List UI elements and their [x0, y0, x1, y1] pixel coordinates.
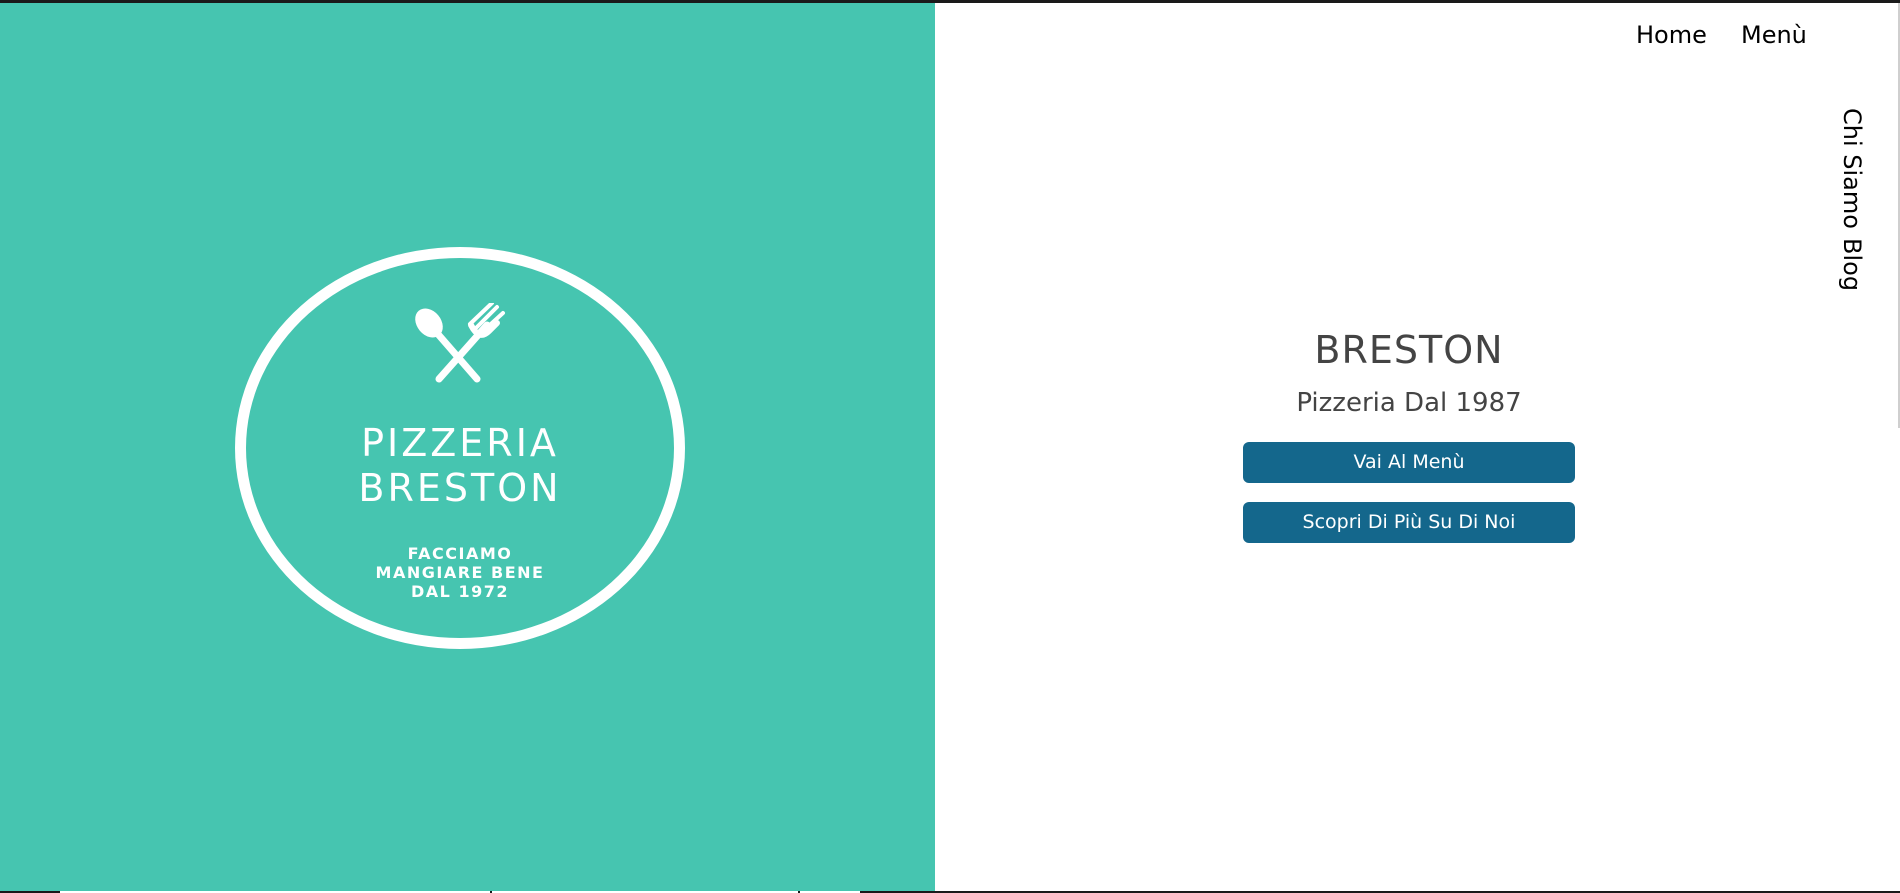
crossed-spoon-fork-icon: [415, 303, 505, 383]
tagline-line-2: MANGIARE BENE: [375, 563, 545, 582]
hero-title: BRESTON: [1314, 328, 1504, 372]
about-us-button[interactable]: Scopri Di Più Su Di Noi: [1243, 502, 1575, 543]
hero-subtitle: Pizzeria Dal 1987: [1296, 388, 1522, 418]
nav-menu-link[interactable]: Menù: [1741, 21, 1807, 49]
tagline-line-3: DAL 1972: [411, 582, 509, 601]
logo-panel: PIZZERIA BRESTON FACCIAMO MANGIARE BENE …: [0, 3, 935, 891]
logo-tagline: FACCIAMO MANGIARE BENE DAL 1972: [235, 544, 685, 601]
tagline-line-1: FACCIAMO: [407, 544, 513, 563]
go-to-menu-button[interactable]: Vai Al Menù: [1243, 442, 1575, 483]
nav-about-link[interactable]: Chi Siamo: [1838, 108, 1866, 229]
nav-blog-link[interactable]: Blog: [1838, 238, 1866, 291]
logo-line-1: PIZZERIA: [361, 421, 559, 465]
logo-name: PIZZERIA BRESTON: [235, 421, 685, 511]
logo-line-2: BRESTON: [358, 466, 562, 510]
nav-home-link[interactable]: Home: [1636, 21, 1707, 49]
